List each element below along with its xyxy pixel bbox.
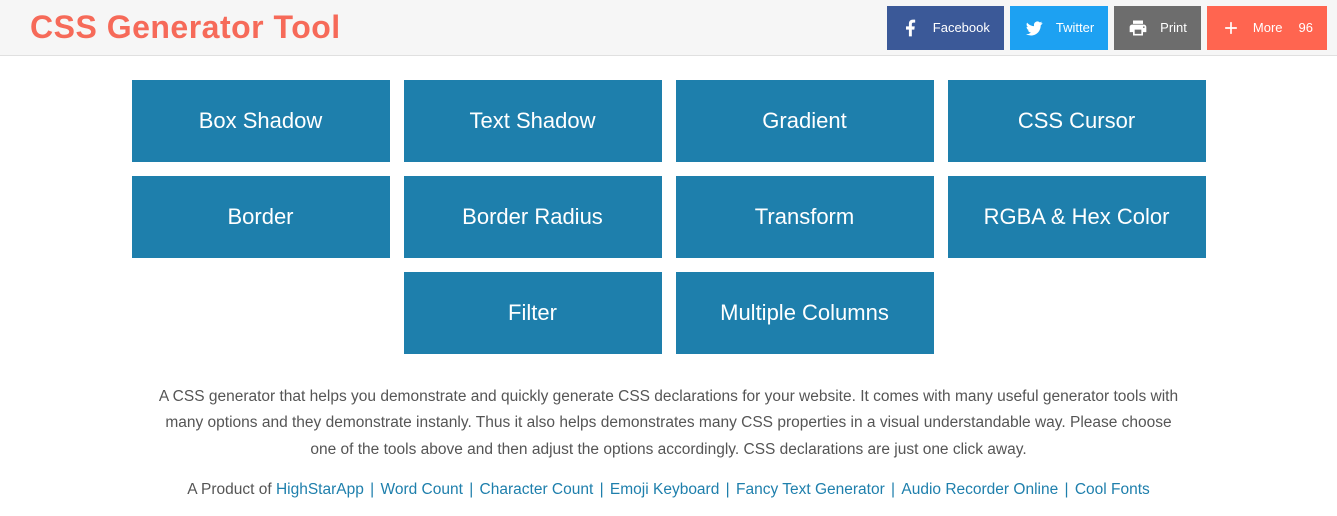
tool-label: Filter xyxy=(508,300,557,326)
top-bar: CSS Generator Tool Facebook Twitter Prin… xyxy=(0,0,1337,56)
tool-tile[interactable]: Gradient xyxy=(676,80,934,162)
page-title: CSS Generator Tool xyxy=(30,9,341,46)
share-row: Facebook Twitter Print More 96 xyxy=(887,6,1327,50)
tool-grid: Box Shadow Text Shadow Gradient CSS Cursor B… xyxy=(124,80,1214,354)
separator: | xyxy=(463,481,480,498)
tool-tile[interactable]: Transform xyxy=(676,176,934,258)
tool-tile[interactable]: Border xyxy=(132,176,390,258)
twitter-icon xyxy=(1024,18,1044,38)
share-twitter-label: Twitter xyxy=(1056,20,1094,35)
tool-label: Box Shadow xyxy=(199,108,323,134)
tool-label: Gradient xyxy=(762,108,846,134)
tool-label: Border xyxy=(227,204,293,230)
footer-links: A Product of HighStarApp | Word Count | … xyxy=(124,481,1214,499)
content-wrap: Box Shadow Text Shadow Gradient CSS Cursor B… xyxy=(124,80,1214,499)
share-more-button[interactable]: More 96 xyxy=(1207,6,1327,50)
share-print-button[interactable]: Print xyxy=(1114,6,1201,50)
plus-icon xyxy=(1221,18,1241,38)
tool-label: Border Radius xyxy=(462,204,603,230)
footer-link[interactable]: Emoji Keyboard xyxy=(610,481,719,498)
share-facebook-button[interactable]: Facebook xyxy=(887,6,1004,50)
tool-tile[interactable]: Box Shadow xyxy=(132,80,390,162)
separator: | xyxy=(719,481,736,498)
tool-tile[interactable]: Border Radius xyxy=(404,176,662,258)
share-more-label: More xyxy=(1253,20,1283,35)
footer-link[interactable]: Fancy Text Generator xyxy=(736,481,885,498)
share-facebook-label: Facebook xyxy=(933,20,990,35)
tool-label: Multiple Columns xyxy=(720,300,889,326)
tool-tile[interactable]: Multiple Columns xyxy=(676,272,934,354)
tool-tile[interactable]: CSS Cursor xyxy=(948,80,1206,162)
lead-text: A CSS generator that helps you demonstra… xyxy=(124,384,1214,463)
footer-link[interactable]: Audio Recorder Online xyxy=(901,481,1058,498)
footer-link[interactable]: Word Count xyxy=(380,481,462,498)
print-icon xyxy=(1128,18,1148,38)
tool-label: RGBA & Hex Color xyxy=(984,204,1170,230)
footer-link[interactable]: HighStarApp xyxy=(276,481,364,498)
tool-label: Text Shadow xyxy=(470,108,596,134)
tool-tile[interactable]: RGBA & Hex Color xyxy=(948,176,1206,258)
tool-tile[interactable]: Filter xyxy=(404,272,662,354)
separator: | xyxy=(593,481,610,498)
tool-tile[interactable]: Text Shadow xyxy=(404,80,662,162)
share-more-count: 96 xyxy=(1299,20,1313,35)
separator: | xyxy=(364,481,381,498)
tool-label: CSS Cursor xyxy=(1018,108,1135,134)
separator: | xyxy=(885,481,902,498)
separator: | xyxy=(1058,481,1075,498)
footer-link[interactable]: Character Count xyxy=(480,481,594,498)
tool-label: Transform xyxy=(755,204,854,230)
footer-prefix: A Product of xyxy=(187,481,276,498)
facebook-icon xyxy=(901,18,921,38)
footer-link[interactable]: Cool Fonts xyxy=(1075,481,1150,498)
share-print-label: Print xyxy=(1160,20,1187,35)
share-twitter-button[interactable]: Twitter xyxy=(1010,6,1108,50)
